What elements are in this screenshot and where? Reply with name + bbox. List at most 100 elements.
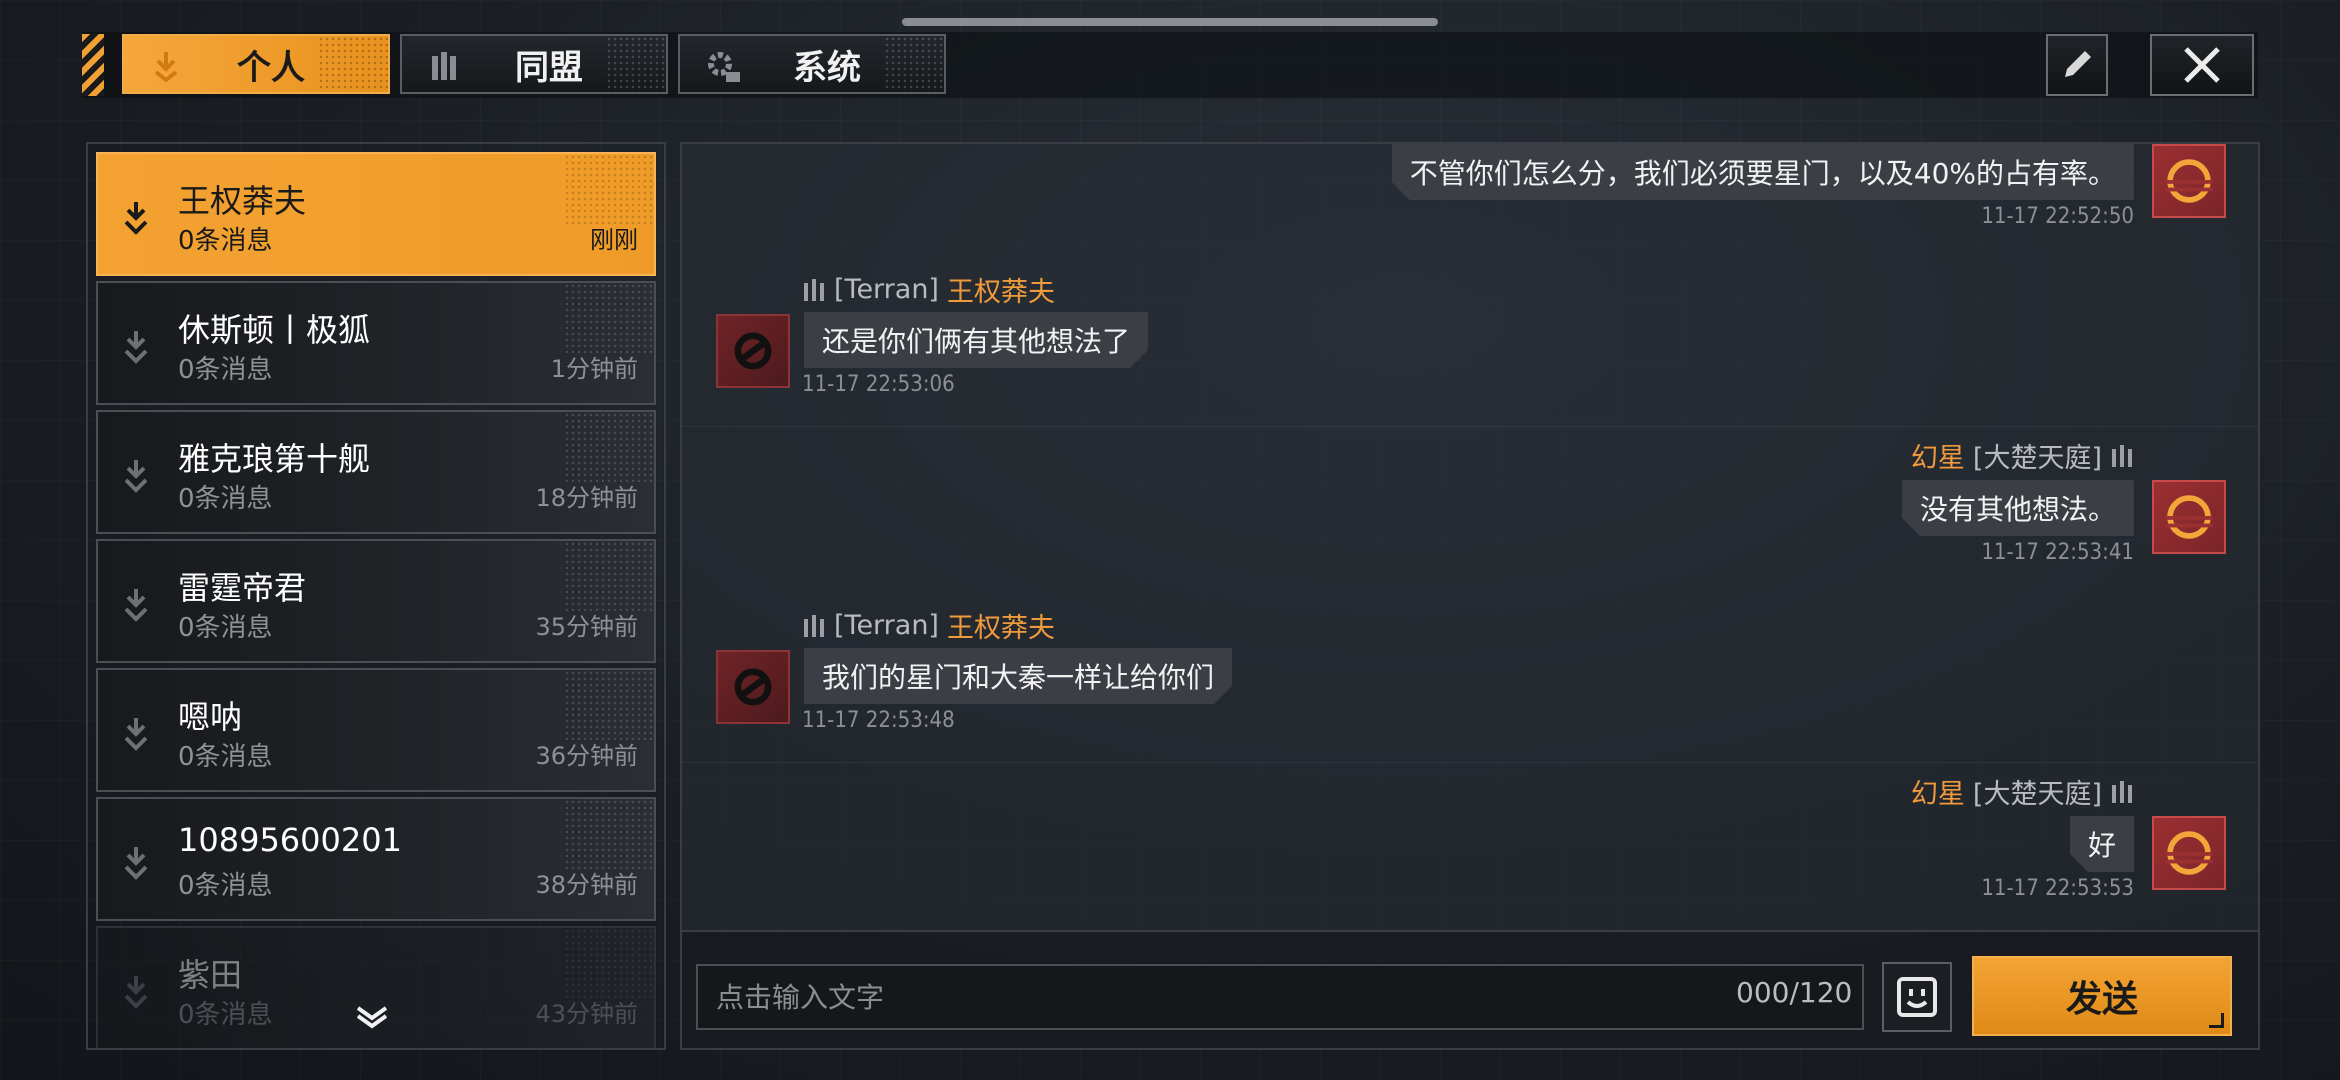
download-arrow-icon (124, 718, 148, 751)
download-arrow-icon (154, 52, 178, 83)
tab-alliance[interactable]: 同盟 (400, 34, 668, 94)
contact-message-count: 0条消息 (178, 742, 273, 772)
contact-time: 36分钟前 (535, 742, 638, 770)
avatar[interactable] (716, 650, 790, 724)
message-text: 还是你们俩有其他想法了 (822, 325, 1131, 358)
sender-guild: [大楚天庭] (1972, 779, 2102, 810)
contact-name: 雅克琅第十舰 (178, 440, 371, 478)
download-arrow-icon (124, 589, 148, 622)
contact-message-count: 0条消息 (178, 355, 273, 385)
avatar[interactable] (2152, 816, 2226, 890)
contact-list[interactable]: 王权莽夫 0条消息 刚刚 休斯顿丨极狐 0条消息 1分钟前 雅克琅第十舰 0条消… (86, 142, 666, 1050)
emoji-button[interactable] (1882, 962, 1952, 1032)
message-time: 11-17 22:52:50 (1981, 204, 2134, 229)
avatar[interactable] (716, 314, 790, 388)
emoji-face-icon (1897, 977, 1937, 1017)
download-arrow-icon (124, 331, 148, 364)
sender-guild: [Terran] (834, 274, 939, 305)
tab-system[interactable]: 系统 (678, 34, 946, 94)
message-text: 我们的星门和大秦一样让给你们 (822, 661, 1215, 694)
contact-item[interactable]: 雷霆帝君 0条消息 35分钟前 (96, 539, 656, 663)
sender-line: 幻星 [大楚天庭] (1911, 772, 2134, 811)
alliance-icon (2112, 780, 2132, 803)
tab-personal-label: 个人 (237, 47, 305, 88)
download-arrow-icon (124, 460, 148, 493)
tab-system-label: 系统 (793, 47, 861, 88)
row-divider (682, 762, 2258, 763)
emblem-icon (2165, 831, 2213, 875)
chat-messages-panel[interactable]: 不管你们怎么分，我们必须要星门，以及40%的占有率。 11-17 22:52:5… (680, 142, 2260, 932)
contact-time: 18分钟前 (535, 484, 638, 512)
contact-item[interactable]: 雅克琅第十舰 0条消息 18分钟前 (96, 410, 656, 534)
send-button[interactable]: 发送 (1972, 956, 2232, 1036)
message-time: 11-17 22:53:53 (1981, 876, 2134, 901)
avatar[interactable] (2152, 480, 2226, 554)
tab-personal[interactable]: 个人 (122, 34, 390, 94)
contact-time: 35分钟前 (535, 613, 638, 641)
sender-name[interactable]: 王权莽夫 (947, 606, 1055, 645)
send-button-label: 发送 (2065, 979, 2138, 1020)
alliance-icon (804, 278, 824, 301)
emblem-icon (2165, 159, 2213, 203)
contact-item[interactable]: 10895600201 0条消息 38分钟前 (96, 797, 656, 921)
avatar[interactable] (2152, 144, 2226, 218)
contact-item[interactable]: 王权莽夫 0条消息 刚刚 (96, 152, 656, 276)
message-bubble: 不管你们怎么分，我们必须要星门，以及40%的占有率。 (1392, 144, 2134, 200)
sender-line: [Terran] 王权莽夫 (802, 270, 1055, 309)
sender-guild: [大楚天庭] (1972, 443, 2102, 474)
message-bubble: 还是你们俩有其他想法了 (804, 312, 1148, 368)
contact-message-count: 0条消息 (178, 1000, 273, 1030)
alliance-icon (432, 52, 456, 80)
message-text: 好 (2087, 829, 2116, 862)
contact-item[interactable]: 休斯顿丨极狐 0条消息 1分钟前 (96, 281, 656, 405)
message-text: 不管你们怎么分，我们必须要星门，以及40%的占有率。 (1409, 157, 2116, 190)
row-divider (682, 426, 2258, 427)
contact-message-count: 0条消息 (178, 871, 273, 901)
sender-name[interactable]: 幻星 (1911, 772, 1965, 811)
tab-alliance-label: 同盟 (515, 47, 583, 88)
message-time: 11-17 22:53:06 (802, 372, 955, 397)
message-bubble: 好 (2070, 816, 2134, 872)
contact-time: 刚刚 (590, 226, 638, 254)
message-time: 11-17 22:53:41 (1981, 540, 2134, 565)
emblem-icon (2165, 495, 2213, 539)
contact-name: 休斯顿丨极狐 (178, 311, 371, 349)
pencil-icon (2065, 51, 2091, 77)
download-arrow-icon (124, 202, 148, 235)
contact-item[interactable]: 嗯呐 0条消息 36分钟前 (96, 668, 656, 792)
char-counter: 000/120 (1736, 976, 1853, 1009)
sender-line: 幻星 [大楚天庭] (1911, 436, 2134, 475)
emblem-icon (734, 332, 772, 370)
contact-message-count: 0条消息 (178, 226, 273, 256)
alliance-icon (804, 614, 824, 637)
contact-name: 紫田 (178, 956, 243, 994)
contact-time: 1分钟前 (550, 355, 638, 383)
contact-name: 10895600201 (178, 821, 402, 859)
contact-time: 43分钟前 (535, 1000, 638, 1028)
contact-name: 嗯呐 (178, 698, 243, 736)
message-text: 没有其他想法。 (1919, 493, 2116, 526)
contact-time: 38分钟前 (535, 871, 638, 899)
tab-accent-stripe (82, 34, 104, 96)
message-bubble: 我们的星门和大秦一样让给你们 (804, 648, 1232, 704)
edit-button[interactable] (2046, 34, 2108, 96)
contact-message-count: 0条消息 (178, 484, 273, 514)
sender-guild: [Terran] (834, 610, 939, 641)
message-input[interactable] (696, 964, 1864, 1030)
drag-handle[interactable] (902, 18, 1438, 26)
message-bubble: 没有其他想法。 (1902, 480, 2134, 536)
sender-name[interactable]: 幻星 (1911, 436, 1965, 475)
gear-icon (708, 52, 740, 82)
close-icon (2184, 47, 2220, 83)
download-arrow-icon (124, 847, 148, 880)
contact-name: 王权莽夫 (178, 182, 307, 220)
emblem-icon (734, 668, 772, 706)
sender-name[interactable]: 王权莽夫 (947, 270, 1055, 309)
close-button[interactable] (2150, 34, 2254, 96)
alliance-icon (2112, 444, 2132, 467)
message-time: 11-17 22:53:48 (802, 708, 955, 733)
contact-message-count: 0条消息 (178, 613, 273, 643)
download-arrow-icon (124, 976, 148, 1009)
sender-line: [Terran] 王权莽夫 (802, 606, 1055, 645)
chevron-down-icon[interactable] (352, 1002, 392, 1032)
